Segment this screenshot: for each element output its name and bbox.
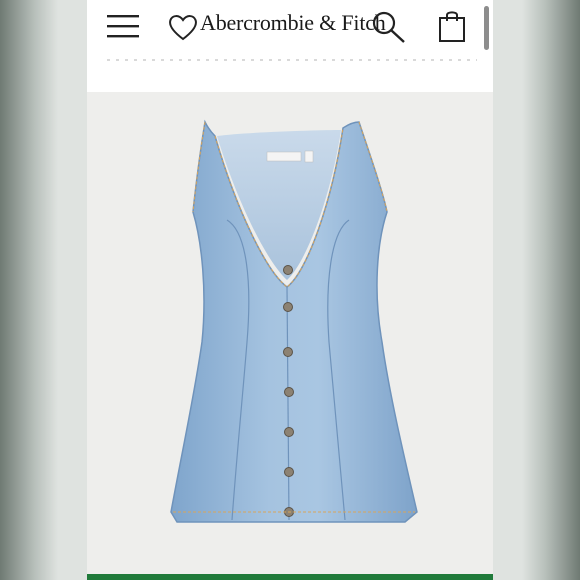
menu-icon[interactable]: [105, 12, 141, 40]
search-icon[interactable]: [371, 10, 407, 44]
heart-icon[interactable]: [167, 12, 199, 42]
top-navigation-bar: Abercrombie & Fitch: [87, 0, 493, 56]
shopping-bag-icon[interactable]: [437, 9, 467, 43]
bottom-accent-bar: [87, 574, 493, 580]
denim-dress-image: [170, 119, 418, 523]
banner-strip: [87, 56, 493, 92]
phone-screen: Abercrombie & Fitch: [87, 0, 493, 580]
banner-text-faded: [107, 59, 477, 61]
scrollbar[interactable]: [484, 6, 489, 50]
brand-logo[interactable]: Abercrombie & Fitch: [200, 10, 386, 36]
product-image-area[interactable]: [87, 92, 493, 574]
